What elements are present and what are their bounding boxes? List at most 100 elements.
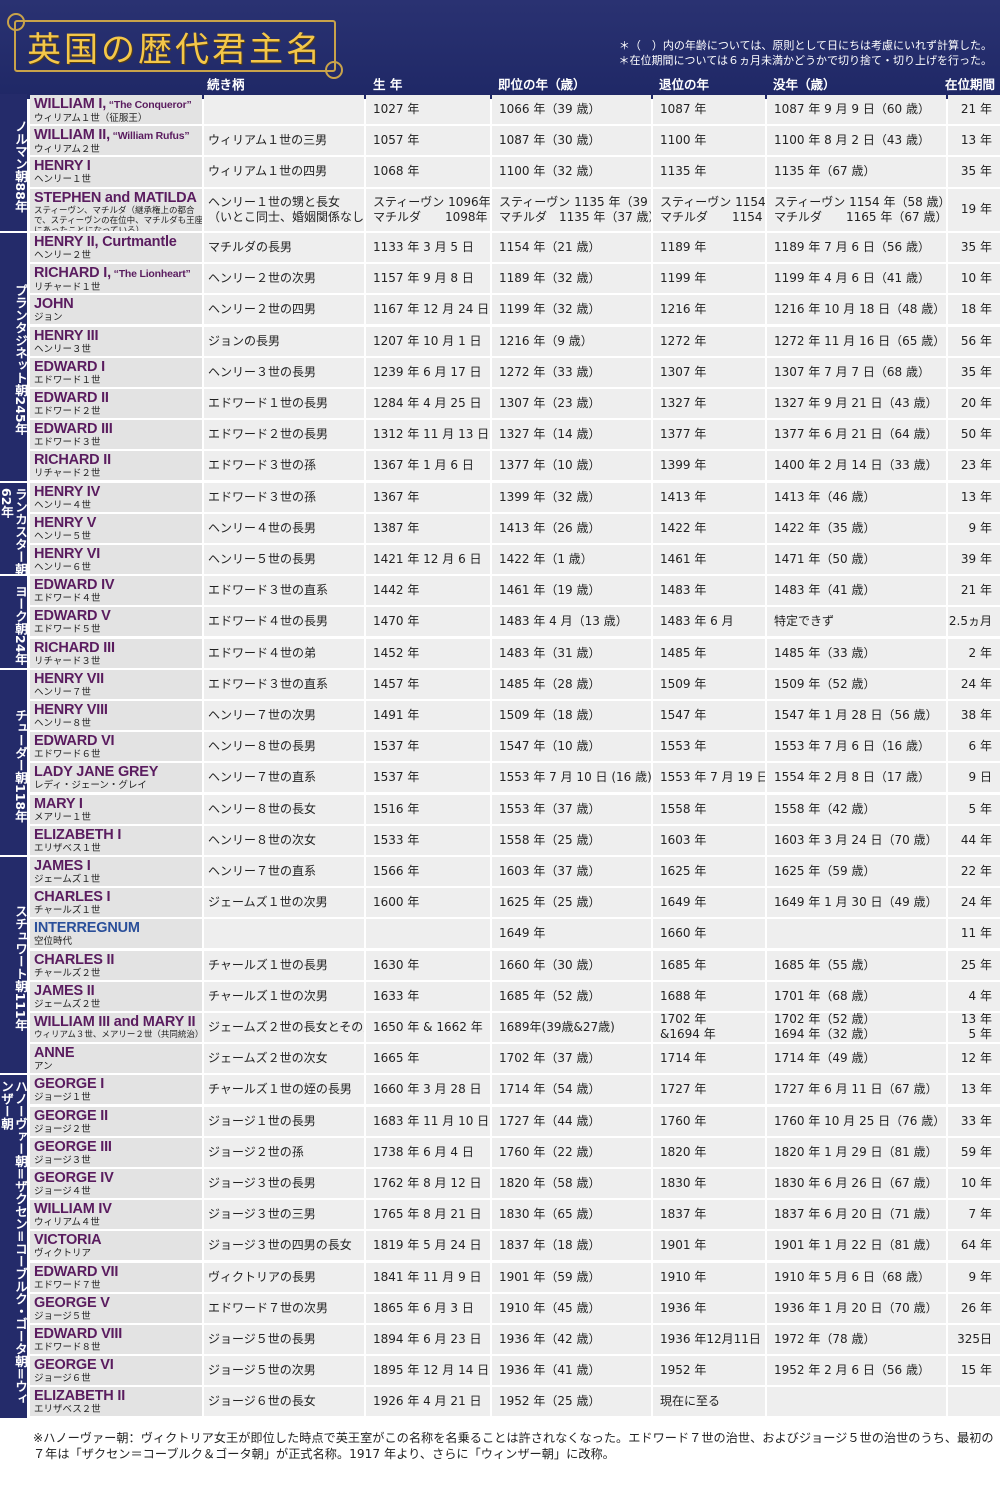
cell-accession: 1936 年（41 歳） <box>492 1356 651 1386</box>
cell-abdication: 1483 年 <box>653 576 765 606</box>
cell-birth-value: 1841 年 11 月 9 日 <box>373 1269 482 1284</box>
cell-relation: エドワード７世の次男 <box>204 1293 364 1323</box>
cell-abdication: 1377 年 <box>653 420 765 450</box>
cell-abdication: 1936 年 <box>653 1293 765 1323</box>
cell-accession: 1760 年（22 歳） <box>492 1137 651 1167</box>
cell-birth-value: 1762 年 8 月 12 日 <box>373 1175 482 1190</box>
cell-abdication-value: 1820 年 <box>660 1144 707 1159</box>
cell-birth: 1491 年 <box>366 700 490 731</box>
header-banner: 英国の歴代君主名 ＊（ ）内の年齢については、原則として日にちは考慮にいれず計算… <box>0 0 1000 99</box>
monarch-name-main: EDWARD V <box>34 608 111 625</box>
dynasty-label: スチュワート朝111年 <box>13 905 28 1032</box>
cell-birth-value: 1633 年 <box>373 988 420 1003</box>
cell-birth-value: 1491 年 <box>373 707 420 722</box>
cell-accession-value: 1702 年（37 歳） <box>499 1051 601 1066</box>
cell-name: GEORGE V ジョージ５世 <box>30 1293 202 1323</box>
cell-accession-value: 1461 年（19 歳） <box>499 583 601 598</box>
dynasty-label: ヨーク朝24年 <box>13 584 28 665</box>
dynasty-label: プランタジネット朝245年 <box>13 284 28 436</box>
cell-relation: エドワード２世の長男 <box>204 420 364 450</box>
cell-name: RICHARD I, “The Lionheart” リチャード１世 <box>30 264 202 294</box>
cell-reign: 33 年 <box>948 1106 1000 1136</box>
cell-birth-value: 1027 年 <box>373 102 420 117</box>
cell-accession: 1558 年（25 歳） <box>492 825 651 855</box>
monarch-name-main: EDWARD III <box>34 421 113 438</box>
cell-birth-value: 1660 年 3 月 28 日 <box>373 1082 482 1097</box>
table-row: WILLIAM I, “The Conqueror” ウィリアム１世（征服王） 10… <box>27 95 1000 125</box>
cell-birth: 1167 年 12 月 24 日 <box>366 295 490 325</box>
cell-death-value: 1400 年 2 月 14 日（33 歳） <box>774 458 938 473</box>
monarch-name-jp: レディ・ジェーン・グレイ <box>34 780 147 792</box>
cell-accession: 1727 年（44 歳） <box>492 1106 651 1136</box>
monarch-name-jp: リチャード２世 <box>34 468 101 480</box>
cell-relation-value: エドワード７世の次男 <box>208 1300 329 1315</box>
cell-relation-value: ヘンリー７世の次男 <box>208 707 317 722</box>
cell-reign: 24 年 <box>948 888 1000 918</box>
cell-accession: 1901 年（59 歳） <box>492 1262 651 1292</box>
cell-abdication: 1100 年 <box>653 126 765 156</box>
cell-birth-value: 1926 年 4 月 21 日 <box>373 1394 482 1409</box>
monarch-name-en: EDWARD III <box>34 422 202 437</box>
cell-accession-value: 1558 年（25 歳） <box>499 832 601 847</box>
cell-abdication-value: 1685 年 <box>660 957 707 972</box>
cell-accession: 1553 年 7 月 10 日 (16 歳) <box>492 763 651 793</box>
cell-abdication-value: 1688 年 <box>660 988 707 1003</box>
cell-reign-value: 10 年 <box>960 271 992 286</box>
cell-birth: 1452 年 <box>366 638 490 668</box>
cell-accession: 1820 年（58 歳） <box>492 1168 651 1199</box>
cell-relation-value: ジェームズ１世の次男 <box>208 895 328 910</box>
cell-abdication: 1413 年 <box>653 482 765 512</box>
cell-death: 特定できず <box>767 607 946 637</box>
cell-abdication-value: 1199 年 <box>660 271 707 286</box>
cell-accession-value: 1422 年（1 歳） <box>499 551 593 566</box>
cell-accession-value: 1216 年（9 歳） <box>499 333 593 348</box>
table-row: WILLIAM II, “William Rufus” ウィリアム２世 ウィリアム１… <box>27 126 1000 156</box>
monarch-name-en: GEORGE IV <box>34 1170 202 1186</box>
cell-accession-value: 1307 年（23 歳） <box>499 395 601 410</box>
table-row: WILLIAM IV ウィリアム４世 ジョージ３世の三男 1765 年 8 月 21 … <box>27 1200 1000 1230</box>
monarch-name-jp: ジョン <box>34 312 63 324</box>
cell-name: JOHN ジョン <box>30 295 202 325</box>
monarch-name-jp: ジョージ２世 <box>34 1123 91 1135</box>
cell-abdication-value: 1399 年 <box>660 458 707 473</box>
cell-abdication: 1702 年 &1694 年 <box>653 1012 765 1043</box>
page-title: 英国の歴代君主名 <box>27 29 323 70</box>
cell-death: 1760 年 10 月 25 日（76 歳） <box>767 1106 946 1136</box>
monarch-name-en: WILLIAM I, “The Conqueror” <box>34 97 202 113</box>
monarch-name-jp: チャールズ１世 <box>34 905 101 917</box>
cell-abdication-value: 1483 年 6 月 <box>660 614 734 629</box>
cell-birth-value: 1452 年 <box>373 645 420 660</box>
monarch-name-en: GEORGE V <box>34 1295 202 1311</box>
cell-reign: 9 年 <box>948 513 1000 543</box>
cell-reign: 38 年 <box>948 700 1000 731</box>
cell-accession: 1837 年（18 歳） <box>492 1231 651 1261</box>
monarch-name-en: ELIZABETH I <box>34 827 202 843</box>
cell-birth-value: 1284 年 4 月 25 日 <box>373 395 482 410</box>
cell-birth-value-2: マチルダ 1098年 <box>373 209 488 224</box>
cell-accession-value: 1189 年（32 歳） <box>499 271 601 286</box>
cell-relation-value: ジョージ３世の四男の長女 <box>208 1238 352 1253</box>
cell-death: 1483 年（41 歳） <box>767 576 946 606</box>
table-row: GEORGE IV ジョージ４世 ジョージ３世の長男 1762 年 8 月 12 日1… <box>27 1168 1000 1199</box>
monarch-epithet: “The Conqueror” <box>106 99 192 111</box>
cell-name: JAMES II ジェームズ２世 <box>30 981 202 1011</box>
cell-reign-value: 2 年 <box>968 645 992 660</box>
cell-relation: ヘンリー８世の次女 <box>204 825 364 855</box>
table-row: CHARLES I チャールズ１世 ジェームズ１世の次男 1600 年 1625 年（2… <box>27 888 1000 918</box>
cell-birth-value: 1457 年 <box>373 676 420 691</box>
cell-name: EDWARD VII エドワード７世 <box>30 1262 202 1292</box>
cell-birth-value: 1367 年 <box>373 489 420 504</box>
cell-birth: 1312 年 11 月 13 日 <box>366 420 490 450</box>
monarch-name-jp-line: にあったことになっている） <box>34 225 145 231</box>
cell-name: HENRY VI ヘンリー６世 <box>30 544 202 575</box>
cell-abdication-value: 1461 年 <box>660 551 707 566</box>
cell-death: 1837 年 6 月 20 日（71 歳） <box>767 1200 946 1230</box>
monarch-name-jp: エドワード４世 <box>34 593 101 605</box>
cell-relation-value: ジョージ６世の長女 <box>208 1394 316 1409</box>
cell-abdication-value-2: &1694 年 <box>660 1027 716 1042</box>
cell-name: RICHARD III リチャード３世 <box>30 638 202 668</box>
cell-abdication: 1485 年 <box>653 638 765 668</box>
cell-reign-value: 12 年 <box>960 1051 992 1066</box>
cell-reign-value: 15 年 <box>960 1363 992 1378</box>
cell-accession: 1509 年（18 歳） <box>492 700 651 731</box>
